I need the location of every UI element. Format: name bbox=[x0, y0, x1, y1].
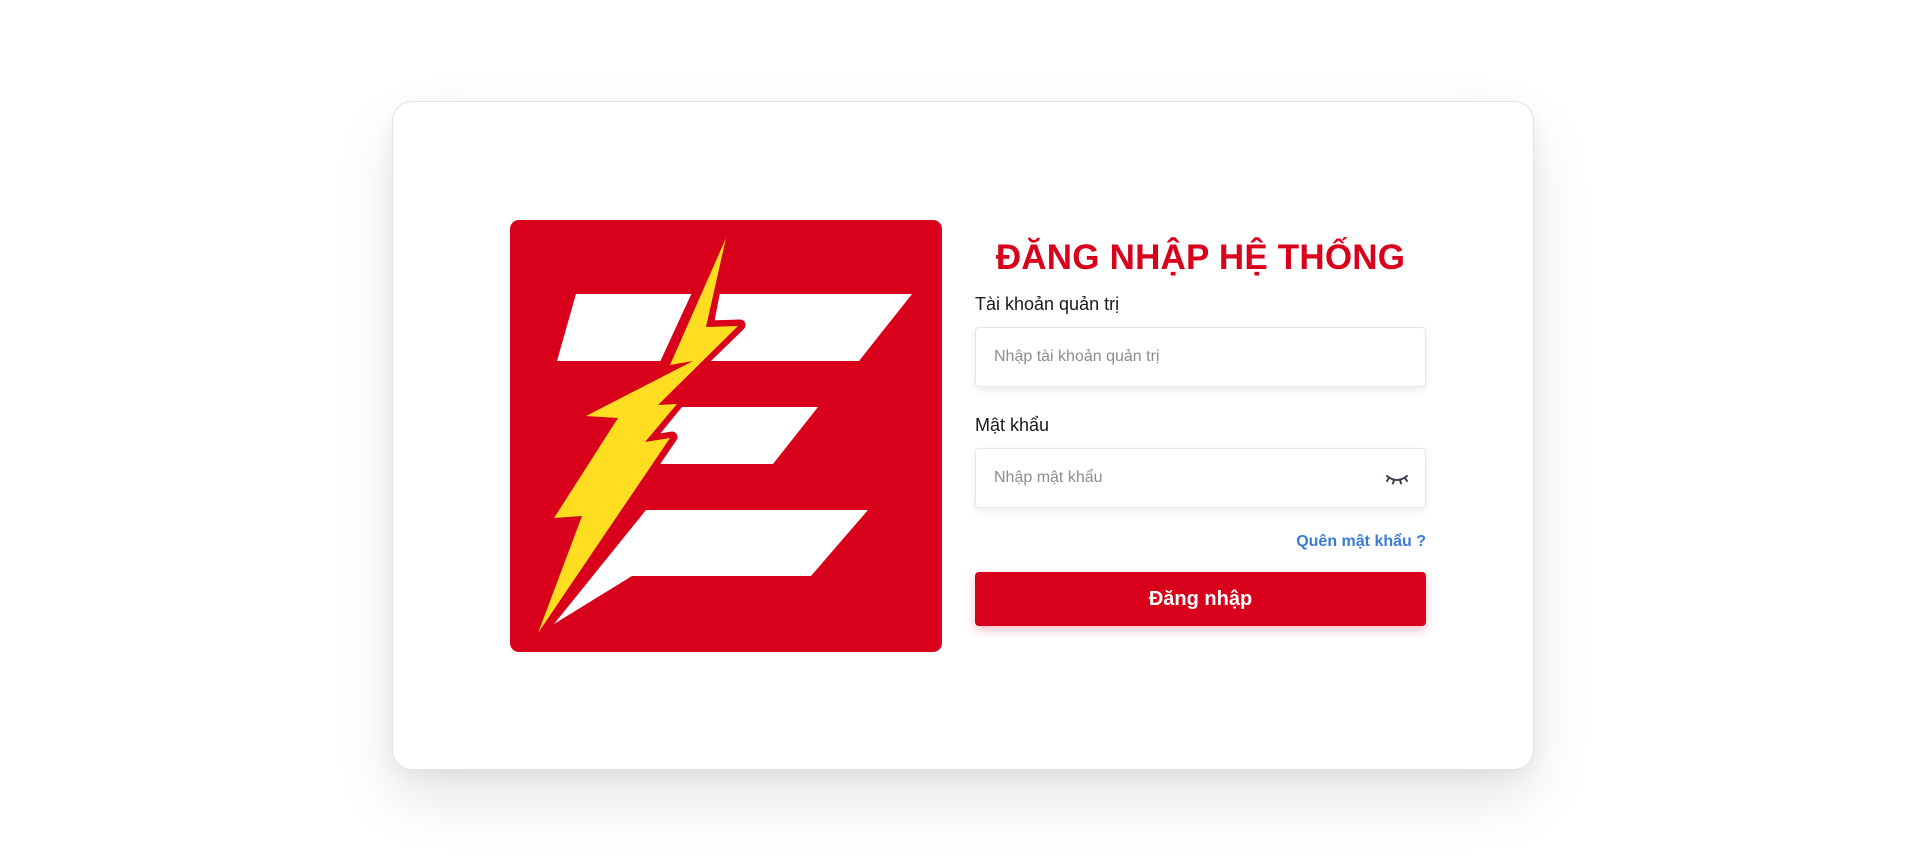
login-page: ĐĂNG NHẬP HỆ THỐNG Tài khoản quản trị Mậ… bbox=[0, 0, 1920, 868]
username-field-wrapper bbox=[975, 327, 1426, 387]
brand-logo bbox=[510, 220, 942, 652]
login-form: ĐĂNG NHẬP HỆ THỐNG Tài khoản quản trị Mậ… bbox=[975, 220, 1426, 626]
page-title: ĐĂNG NHẬP HỆ THỐNG bbox=[995, 238, 1406, 277]
password-field-wrapper bbox=[975, 448, 1426, 508]
username-input[interactable] bbox=[976, 328, 1425, 386]
forgot-password-row: Quên mật khẩu ? bbox=[975, 531, 1426, 551]
username-label: Tài khoản quản trị bbox=[975, 294, 1120, 314]
lightning-e-logo-icon bbox=[532, 226, 912, 639]
forgot-password-link[interactable]: Quên mật khẩu ? bbox=[1296, 533, 1426, 550]
eye-closed-icon[interactable] bbox=[1385, 468, 1409, 488]
password-label: Mật khẩu bbox=[975, 415, 1050, 435]
login-card: ĐĂNG NHẬP HỆ THỐNG Tài khoản quản trị Mậ… bbox=[392, 101, 1534, 770]
login-button[interactable]: Đăng nhập bbox=[975, 572, 1426, 626]
password-input[interactable] bbox=[976, 449, 1425, 507]
